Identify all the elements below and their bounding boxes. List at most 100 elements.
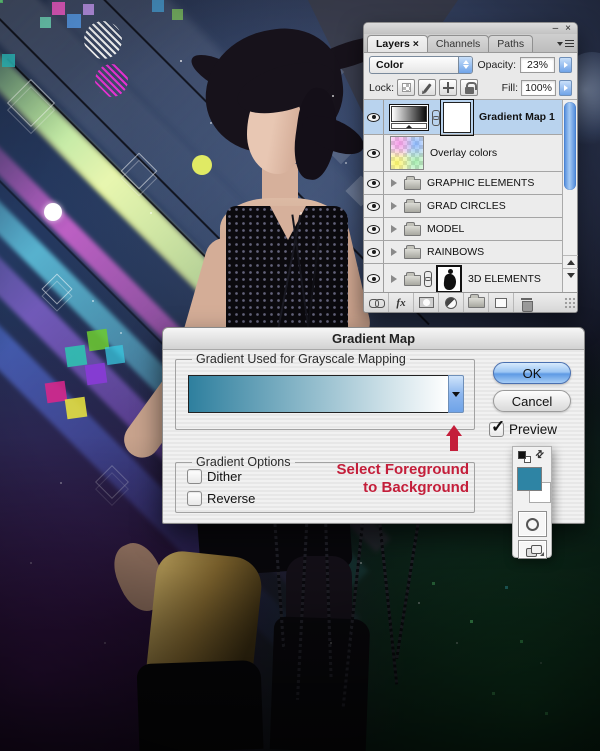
opacity-field[interactable]: 23% xyxy=(520,56,555,73)
panel-titlebar[interactable]: – × xyxy=(364,23,577,34)
preview-option: ✓ Preview xyxy=(489,417,557,437)
panel-menu-icon[interactable] xyxy=(555,37,575,50)
tab-paths-label: Paths xyxy=(497,38,525,50)
panel-close-button[interactable]: × xyxy=(565,23,571,33)
reverse-checkbox[interactable] xyxy=(187,491,202,506)
layer-list: Gradient Map 1 Overlay colors GRAPHIC EL… xyxy=(364,98,578,294)
new-layer-button[interactable] xyxy=(489,293,514,312)
check-icon: ✓ xyxy=(491,417,506,436)
person-icon xyxy=(443,272,457,291)
panel-minimize-button[interactable]: – xyxy=(553,23,559,33)
tab-channels[interactable]: Channels xyxy=(426,35,490,52)
add-mask-button[interactable] xyxy=(414,293,439,312)
visibility-toggle[interactable] xyxy=(364,264,384,293)
eye-icon xyxy=(367,178,380,188)
layer-name[interactable]: MODEL xyxy=(427,223,464,235)
fill-arrow-button[interactable] xyxy=(559,79,572,96)
reverse-option: Reverse xyxy=(187,491,255,506)
default-colors-icon[interactable] xyxy=(518,451,531,463)
layer-row-model[interactable]: MODEL xyxy=(364,218,562,241)
expand-triangle-icon[interactable] xyxy=(391,248,397,256)
gradient-group-label: Gradient Used for Grayscale Mapping xyxy=(196,352,406,366)
layer-row-overlay-colors[interactable]: Overlay colors xyxy=(364,135,562,172)
visibility-toggle[interactable] xyxy=(364,218,384,240)
visibility-toggle[interactable] xyxy=(364,195,384,217)
visibility-toggle[interactable] xyxy=(364,241,384,263)
expand-triangle-icon[interactable] xyxy=(391,225,397,233)
opacity-arrow-button[interactable] xyxy=(559,56,572,73)
layer-name[interactable]: 3D ELEMENTS xyxy=(468,273,541,285)
delete-layer-button[interactable] xyxy=(514,293,539,312)
annotation-line: to Background xyxy=(363,479,469,496)
expand-triangle-icon[interactable] xyxy=(391,202,397,210)
layer-style-button[interactable]: fx xyxy=(389,293,414,312)
expand-triangle-icon[interactable] xyxy=(391,179,397,187)
layer-name[interactable]: GRAD CIRCLES xyxy=(427,200,506,212)
new-group-button[interactable] xyxy=(464,293,489,312)
scrollbar-thumb[interactable] xyxy=(564,102,576,190)
tab-paths[interactable]: Paths xyxy=(488,35,534,52)
layer-name[interactable]: GRAPHIC ELEMENTS xyxy=(427,177,534,189)
transparency-icon xyxy=(401,83,411,92)
layer-name[interactable]: Gradient Map 1 xyxy=(479,111,555,123)
layer-row-graphic-elements[interactable]: GRAPHIC ELEMENTS xyxy=(364,172,562,195)
tab-layers[interactable]: Layers × xyxy=(367,35,428,52)
gradient-picker-arrow-button[interactable] xyxy=(448,375,464,413)
dither-option: Dither xyxy=(187,469,242,484)
lock-transparency-button[interactable] xyxy=(397,79,416,96)
lock-pixels-button[interactable] xyxy=(418,79,437,96)
preview-checkbox[interactable]: ✓ xyxy=(489,417,505,437)
toolbar-fragment: ⇄ xyxy=(512,446,552,559)
layer-row-gradient-map[interactable]: Gradient Map 1 xyxy=(364,98,562,136)
dither-checkbox[interactable] xyxy=(187,469,202,484)
brush-icon xyxy=(423,82,432,93)
ok-button[interactable]: OK xyxy=(493,362,571,384)
dialog-title[interactable]: Gradient Map xyxy=(163,328,584,350)
mini-foreground-swatch xyxy=(518,451,526,459)
layer-name[interactable]: RAINBOWS xyxy=(427,246,484,258)
tab-channels-label: Channels xyxy=(435,38,481,50)
scroll-down-button[interactable] xyxy=(563,268,578,281)
layer-mask-thumbnail[interactable] xyxy=(440,98,474,136)
layer-thumbnail[interactable] xyxy=(436,264,462,293)
screen-mode-button[interactable] xyxy=(518,540,547,559)
arrow-right-icon xyxy=(563,61,568,68)
lock-all-button[interactable] xyxy=(460,79,479,96)
corner-triangle-icon xyxy=(540,552,544,556)
link-layers-button[interactable] xyxy=(364,293,389,312)
fx-icon: fx xyxy=(396,296,406,309)
layer-row-rainbows[interactable]: RAINBOWS xyxy=(364,241,562,264)
new-layer-icon xyxy=(495,297,507,308)
cancel-button[interactable]: Cancel xyxy=(493,390,571,412)
scroll-up-button[interactable] xyxy=(563,255,578,268)
expand-triangle-icon[interactable] xyxy=(391,274,397,283)
gradient-group: Gradient Used for Grayscale Mapping xyxy=(175,352,475,430)
blend-mode-dropdown[interactable]: Color xyxy=(369,55,473,74)
annotation-line: Select Foreground xyxy=(336,461,469,478)
chevron-down-icon xyxy=(557,41,563,46)
gradient-preview[interactable] xyxy=(188,375,448,413)
layers-panel-footer: fx xyxy=(364,292,577,312)
layer-thumbnail[interactable] xyxy=(390,136,424,170)
opacity-label: Opacity: xyxy=(477,58,516,71)
visibility-toggle[interactable] xyxy=(364,100,384,134)
fill-field[interactable]: 100% xyxy=(521,79,556,96)
resize-grip[interactable] xyxy=(564,297,575,308)
visibility-toggle[interactable] xyxy=(364,172,384,194)
layer-name[interactable]: Overlay colors xyxy=(430,147,497,159)
adjustment-icon xyxy=(445,296,457,309)
layer-row-grad-circles[interactable]: GRAD CIRCLES xyxy=(364,195,562,218)
swap-colors-icon[interactable]: ⇄ xyxy=(533,448,547,462)
adjustment-layer-button[interactable] xyxy=(439,293,464,312)
arrow-down-icon xyxy=(452,391,460,397)
foreground-color-swatch[interactable] xyxy=(517,467,542,491)
annotation-arrow-icon xyxy=(446,425,462,451)
quick-mask-button[interactable] xyxy=(518,511,547,537)
eye-icon xyxy=(367,148,380,158)
lock-position-button[interactable] xyxy=(439,79,458,96)
visibility-toggle[interactable] xyxy=(364,135,384,171)
layer-row-3d-elements[interactable]: 3D ELEMENTS xyxy=(364,264,562,294)
link-icon xyxy=(431,109,440,126)
layers-scrollbar[interactable] xyxy=(562,100,578,294)
gradient-map-thumbnail[interactable] xyxy=(389,103,429,131)
